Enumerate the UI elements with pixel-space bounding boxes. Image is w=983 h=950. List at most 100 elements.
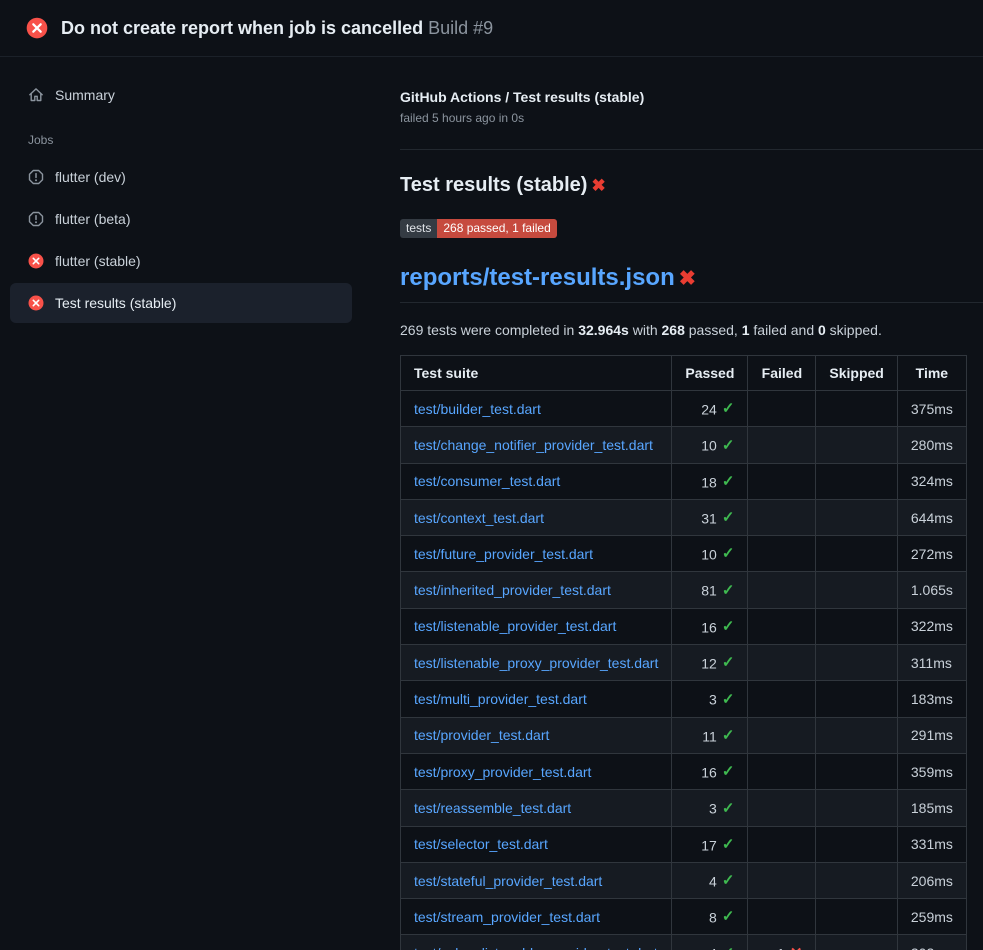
test-suite-link[interactable]: test/selector_test.dart: [414, 836, 548, 852]
passed-cell: 3✓: [672, 790, 748, 826]
passed-cell: 81✓: [672, 572, 748, 608]
passed-cell: 4✓: [672, 935, 748, 950]
test-suite-link[interactable]: test/stateful_provider_test.dart: [414, 873, 602, 889]
passed-cell: 24✓: [672, 391, 748, 427]
suite-cell: test/context_test.dart: [401, 499, 672, 535]
summary-text: with: [629, 322, 662, 338]
time-cell: 259ms: [897, 899, 966, 935]
time-cell: 272ms: [897, 536, 966, 572]
time-cell: 375ms: [897, 391, 966, 427]
check-icon: ✓: [722, 582, 735, 599]
failed-cell: [748, 427, 816, 463]
build-number: Build #9: [428, 18, 493, 38]
skipped-cell: [816, 717, 897, 753]
passed-cell: 31✓: [672, 499, 748, 535]
run-header: GitHub Actions / Test results (stable) f…: [400, 87, 983, 150]
failed-status-icon: [28, 295, 44, 311]
check-run-title: Test results (stable)✖: [400, 174, 983, 197]
failed-cell: [748, 463, 816, 499]
passed-cell: 16✓: [672, 608, 748, 644]
x-icon: ✕: [790, 945, 803, 950]
failed-cell: [748, 899, 816, 935]
table-row: test/value_listenable_provider_test.dart…: [401, 935, 967, 950]
check-header: Do not create report when job is cancell…: [0, 0, 983, 57]
skipped-cell: [816, 499, 897, 535]
sidebar-item-flutter-stable[interactable]: flutter (stable): [10, 241, 352, 281]
header-skipped: Skipped: [816, 356, 897, 391]
time-cell: 1.065s: [897, 572, 966, 608]
sidebar-item-flutter-dev[interactable]: flutter (dev): [10, 157, 352, 197]
passed-cell: 3✓: [672, 681, 748, 717]
skipped-cell: [816, 391, 897, 427]
test-suite-link[interactable]: test/consumer_test.dart: [414, 473, 560, 489]
suite-cell: test/stateful_provider_test.dart: [401, 862, 672, 898]
sidebar-item-flutter-beta[interactable]: flutter (beta): [10, 199, 352, 239]
failed-cell: [748, 572, 816, 608]
sidebar-item-label: flutter (stable): [55, 253, 141, 269]
sidebar-item-summary[interactable]: Summary: [10, 77, 352, 113]
badge-value: 268 passed, 1 failed: [437, 219, 556, 238]
suite-cell: test/change_notifier_provider_test.dart: [401, 427, 672, 463]
skipped-cell: [816, 790, 897, 826]
test-suite-link[interactable]: test/inherited_provider_test.dart: [414, 582, 611, 598]
passed-cell: 8✓: [672, 899, 748, 935]
header-test-suite: Test suite: [401, 356, 672, 391]
time-cell: 302ms: [897, 935, 966, 950]
test-suite-link[interactable]: test/multi_provider_test.dart: [414, 691, 587, 707]
test-suite-link[interactable]: test/reassemble_test.dart: [414, 800, 571, 816]
passed-cell: 18✓: [672, 463, 748, 499]
report-title: reports/test-results.json✖: [400, 264, 983, 303]
test-suite-link[interactable]: test/future_provider_test.dart: [414, 546, 593, 562]
table-row: test/reassemble_test.dart 3✓ 185ms: [401, 790, 967, 826]
skipped-cell: [816, 753, 897, 789]
header-passed: Passed: [672, 356, 748, 391]
check-icon: ✓: [722, 727, 735, 744]
suite-cell: test/multi_provider_test.dart: [401, 681, 672, 717]
summary-text: failed and: [750, 322, 819, 338]
test-suite-link[interactable]: test/value_listenable_provider_test.dart: [414, 945, 658, 950]
failed-x-icon: ✖: [591, 176, 605, 195]
test-suite-link[interactable]: test/proxy_provider_test.dart: [414, 764, 591, 780]
time-cell: 280ms: [897, 427, 966, 463]
table-row: test/proxy_provider_test.dart 16✓ 359ms: [401, 753, 967, 789]
test-suite-link[interactable]: test/provider_test.dart: [414, 727, 549, 743]
checks-page: Do not create report when job is cancell…: [0, 0, 983, 950]
report-file-link[interactable]: reports/test-results.json: [400, 264, 675, 291]
summary-text: skipped.: [826, 322, 882, 338]
suite-cell: test/consumer_test.dart: [401, 463, 672, 499]
table-row: test/listenable_proxy_provider_test.dart…: [401, 645, 967, 681]
time-cell: 206ms: [897, 862, 966, 898]
summary-duration: 32.964s: [578, 322, 629, 338]
test-suite-link[interactable]: test/context_test.dart: [414, 510, 544, 526]
test-suite-link[interactable]: test/stream_provider_test.dart: [414, 909, 600, 925]
failed-status-icon: [26, 17, 48, 39]
test-suite-link[interactable]: test/change_notifier_provider_test.dart: [414, 437, 653, 453]
check-run-content: GitHub Actions / Test results (stable) f…: [370, 57, 983, 950]
skipped-cell: [816, 427, 897, 463]
sidebar-item-test-results-stable[interactable]: Test results (stable): [10, 283, 352, 323]
test-suite-link[interactable]: test/listenable_proxy_provider_test.dart: [414, 655, 658, 671]
summary-text: passed,: [685, 322, 742, 338]
summary-skipped-count: 0: [818, 322, 826, 338]
table-row: test/provider_test.dart 11✓ 291ms: [401, 717, 967, 753]
check-icon: ✓: [722, 691, 735, 708]
failed-cell: [748, 608, 816, 644]
passed-cell: 4✓: [672, 862, 748, 898]
check-icon: ✓: [722, 473, 735, 490]
check-name: Do not create report when job is cancell…: [61, 18, 423, 38]
table-row: test/context_test.dart 31✓ 644ms: [401, 499, 967, 535]
breadcrumb: GitHub Actions / Test results (stable): [400, 87, 983, 107]
time-cell: 185ms: [897, 790, 966, 826]
test-suite-link[interactable]: test/listenable_provider_test.dart: [414, 618, 616, 634]
test-suite-link[interactable]: test/builder_test.dart: [414, 401, 541, 417]
failed-cell: [748, 645, 816, 681]
run-status-line: failed 5 hours ago in 0s: [400, 111, 983, 125]
skipped-cell: [816, 608, 897, 644]
summary-text: 269 tests were completed in: [400, 322, 578, 338]
suite-cell: test/proxy_provider_test.dart: [401, 753, 672, 789]
check-icon: ✓: [722, 836, 735, 853]
sidebar-item-label: Summary: [55, 87, 115, 103]
suite-cell: test/builder_test.dart: [401, 391, 672, 427]
check-icon: ✓: [722, 654, 735, 671]
check-icon: ✓: [722, 509, 735, 526]
